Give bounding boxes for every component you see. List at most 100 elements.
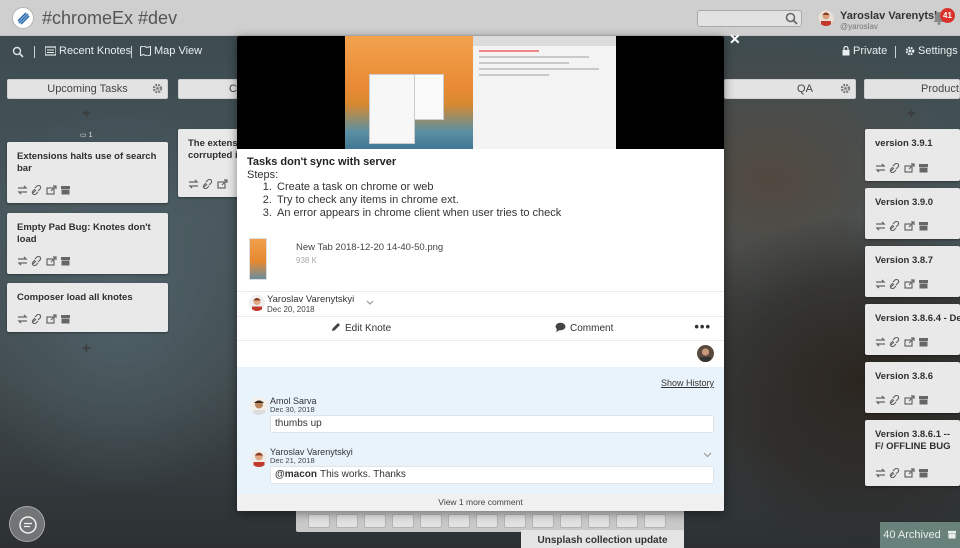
link-icon[interactable]	[31, 184, 42, 196]
move-icon[interactable]	[17, 185, 28, 195]
link-icon[interactable]	[889, 220, 900, 232]
link-icon[interactable]	[31, 313, 42, 325]
knote-card[interactable]: Extensions halts use of search bar	[7, 142, 168, 203]
composer-key[interactable]	[504, 514, 526, 528]
knote-card[interactable]: Unsplash collection update	[521, 530, 684, 548]
composer-key[interactable]	[476, 514, 498, 528]
composer-key[interactable]	[364, 514, 386, 528]
edit-knote-button[interactable]: Edit Knote	[331, 322, 391, 334]
composer-key[interactable]	[448, 514, 470, 528]
search-box[interactable]	[697, 10, 802, 27]
attachment-file-name[interactable]: New Tab 2018-12-20 14-40-50.png	[296, 242, 443, 253]
share-icon[interactable]	[46, 256, 57, 266]
move-icon[interactable]	[17, 314, 28, 324]
move-icon[interactable]	[875, 395, 886, 405]
share-icon[interactable]	[46, 314, 57, 324]
share-icon[interactable]	[904, 221, 915, 231]
knote-card[interactable]: The extens corrupted i	[178, 129, 238, 197]
app-logo-icon[interactable]	[12, 7, 34, 29]
chevron-down-icon[interactable]	[703, 452, 712, 458]
knote-card[interactable]: Version 3.8.7	[865, 246, 960, 297]
filter-icon[interactable]	[12, 46, 24, 58]
avatar[interactable]	[250, 397, 268, 415]
archive-icon[interactable]	[918, 163, 929, 173]
knote-card[interactable]: Version 3.9.0	[865, 188, 960, 239]
archive-icon[interactable]	[60, 256, 71, 266]
file-attachment[interactable]: New Tab 2018-12-20 14-40-50.png 938 K	[249, 238, 709, 282]
more-options-icon[interactable]: •••	[694, 319, 711, 334]
move-icon[interactable]	[188, 179, 199, 189]
gear-icon[interactable]	[840, 83, 851, 94]
avatar[interactable]	[249, 295, 265, 311]
move-icon[interactable]	[17, 256, 28, 266]
search-icon[interactable]	[785, 12, 798, 25]
composer-key[interactable]	[644, 514, 666, 528]
move-icon[interactable]	[875, 337, 886, 347]
archive-icon[interactable]	[60, 314, 71, 324]
knote-card[interactable]: Version 3.8.6.1 -- F/ OFFLINE BUG	[865, 420, 960, 486]
move-icon[interactable]	[875, 468, 886, 478]
archive-icon[interactable]	[918, 279, 929, 289]
screenshot-preview-image[interactable]	[345, 36, 616, 149]
comment-button[interactable]: Comment	[555, 322, 613, 334]
lane-header-qa[interactable]: QA	[724, 79, 856, 99]
close-icon[interactable]: ✕	[729, 31, 741, 48]
lane-header-second[interactable]: Cu	[178, 79, 238, 99]
user-mention[interactable]: @macon	[275, 469, 317, 480]
composer-key[interactable]	[616, 514, 638, 528]
archive-icon[interactable]	[918, 468, 929, 478]
lane-header-product[interactable]: Product	[864, 79, 960, 99]
link-icon[interactable]	[889, 336, 900, 348]
move-icon[interactable]	[875, 279, 886, 289]
avatar[interactable]	[250, 449, 268, 467]
knote-card[interactable]: version 3.9.1	[865, 129, 960, 181]
composer-key[interactable]	[392, 514, 414, 528]
composer-key[interactable]	[588, 514, 610, 528]
archive-icon[interactable]	[918, 337, 929, 347]
view-more-comments-button[interactable]: View 1 more comment	[237, 494, 724, 511]
knote-card[interactable]: Version 3.8.6	[865, 362, 960, 413]
comment-text[interactable]: @macon This works. Thanks	[270, 466, 714, 484]
attachment-thumbnail[interactable]	[249, 238, 267, 280]
attachment-preview[interactable]	[237, 36, 724, 149]
composer-key[interactable]	[308, 514, 330, 528]
settings-button[interactable]: Settings	[905, 45, 958, 57]
link-icon[interactable]	[202, 178, 213, 190]
recent-knotes-button[interactable]: Recent Knotes	[45, 45, 131, 57]
add-knote-button[interactable]: +	[82, 340, 91, 357]
link-icon[interactable]	[889, 467, 900, 479]
chevron-down-icon[interactable]	[366, 300, 374, 306]
comment-text[interactable]: thumbs up	[270, 415, 714, 433]
share-icon[interactable]	[46, 185, 57, 195]
chat-button[interactable]	[9, 506, 45, 542]
user-avatar[interactable]	[818, 10, 834, 26]
link-icon[interactable]	[889, 162, 900, 174]
share-icon[interactable]	[904, 337, 915, 347]
archive-icon[interactable]	[60, 185, 71, 195]
archive-icon[interactable]	[918, 221, 929, 231]
share-icon[interactable]	[904, 163, 915, 173]
archive-icon[interactable]	[918, 395, 929, 405]
knote-card[interactable]: Composer load all knotes	[7, 283, 168, 332]
move-icon[interactable]	[875, 163, 886, 173]
search-input[interactable]	[698, 11, 783, 26]
privacy-button[interactable]: Private	[842, 45, 887, 57]
knote-card[interactable]: Empty Pad Bug: Knotes don't load	[7, 213, 168, 274]
move-icon[interactable]	[875, 221, 886, 231]
notification-badge[interactable]: 41	[940, 8, 955, 23]
composer-key[interactable]	[560, 514, 582, 528]
gear-icon[interactable]	[152, 83, 163, 94]
add-knote-button[interactable]: +	[907, 105, 916, 122]
link-icon[interactable]	[31, 255, 42, 267]
archived-button[interactable]: 40 Archived	[880, 522, 960, 548]
composer-key[interactable]	[336, 514, 358, 528]
show-history-link[interactable]: Show History	[661, 378, 714, 388]
share-icon[interactable]	[904, 395, 915, 405]
link-icon[interactable]	[889, 278, 900, 290]
avatar[interactable]	[697, 345, 714, 362]
share-icon[interactable]	[217, 179, 228, 189]
link-icon[interactable]	[889, 394, 900, 406]
share-icon[interactable]	[904, 279, 915, 289]
add-knote-button[interactable]: +	[82, 105, 91, 122]
map-view-button[interactable]: Map View	[140, 45, 202, 57]
